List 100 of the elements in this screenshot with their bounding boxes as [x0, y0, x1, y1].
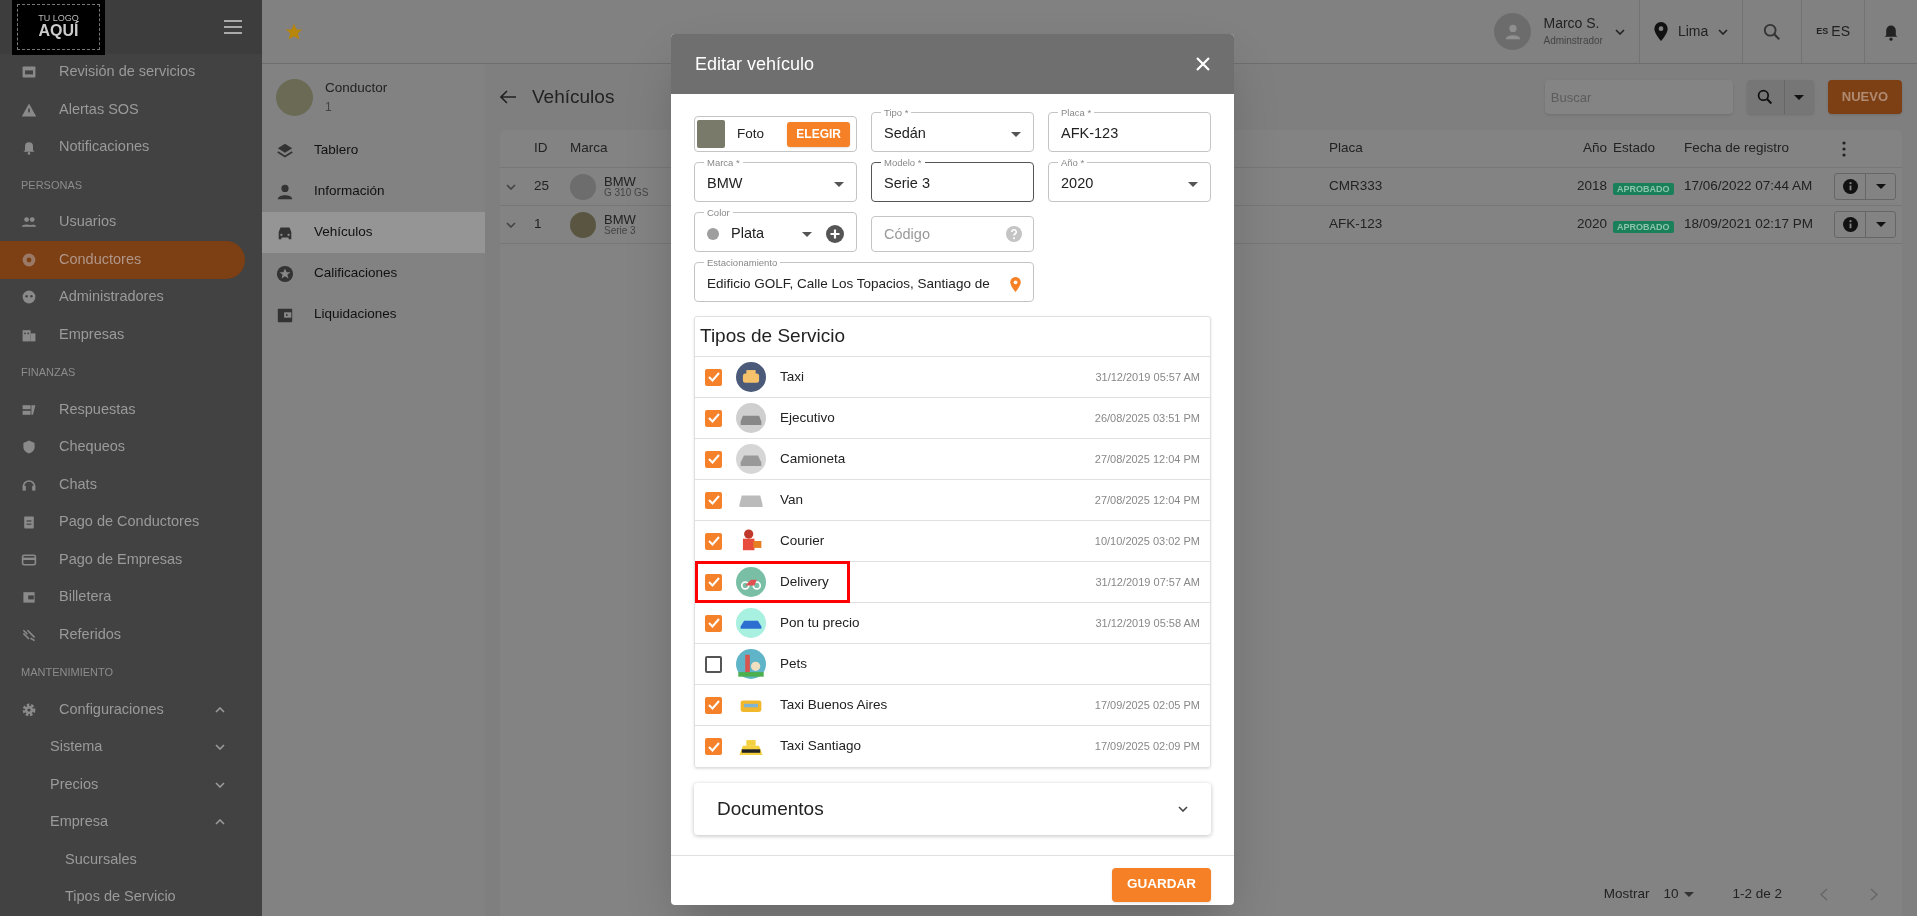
sidebar-item[interactable]: Empresa: [0, 803, 245, 841]
input-field[interactable]: Código: [871, 216, 1034, 252]
page-title: Vehículos: [532, 84, 615, 109]
column-header: Placa: [1329, 139, 1364, 158]
back-arrow-icon[interactable]: [500, 90, 516, 104]
menu-icon[interactable]: [224, 19, 242, 34]
sidebar-item[interactable]: Respuestas: [0, 391, 245, 429]
checkbox[interactable]: [705, 696, 722, 714]
sidebar-item[interactable]: Alertas SOS: [0, 91, 245, 129]
driver-title: Conductor: [325, 78, 388, 97]
expand-icon: [506, 183, 516, 190]
gear-icon: [21, 701, 37, 718]
sidebar-item[interactable]: Notificaciones: [0, 128, 245, 166]
service-name: Pets: [780, 654, 807, 673]
clipboard-icon: [21, 514, 37, 531]
documents-accordion[interactable]: Documentos: [694, 783, 1211, 835]
service-name: Taxi Buenos Aires: [780, 695, 888, 714]
shield-icon: [21, 439, 37, 456]
language-selector[interactable]: ES ES: [1802, 0, 1865, 63]
sidebar-item[interactable]: Billetera: [0, 578, 245, 616]
checkbox[interactable]: [705, 368, 722, 386]
sidebar-item[interactable]: Administradores: [0, 278, 245, 316]
sidebar-item[interactable]: Empresas: [0, 316, 245, 354]
photo-placeholder: [276, 78, 313, 116]
checkbox[interactable]: [705, 655, 722, 673]
service-name: Van: [780, 490, 804, 509]
color-select[interactable]: Color Plata: [694, 208, 857, 252]
column-header: Fecha de registro: [1684, 139, 1791, 158]
sidebar-item[interactable]: Sistema: [0, 728, 245, 766]
sidebar-item[interactable]: Tipos de Servicio: [0, 878, 245, 916]
checkbox[interactable]: [705, 409, 722, 427]
checkbox[interactable]: [705, 573, 722, 591]
table-cell-text: 25: [534, 177, 551, 196]
service-date: 27/08/2025 12:04 PM: [1094, 492, 1200, 508]
caret-icon: [1188, 181, 1198, 187]
select-field[interactable]: Tipo * Sedán: [871, 108, 1034, 152]
service-name: Ejecutivo: [780, 408, 835, 427]
checkbox[interactable]: [705, 738, 722, 755]
input-field[interactable]: Placa * AFK-123: [1048, 108, 1211, 152]
sidebar-item[interactable]: Sucursales: [0, 841, 245, 879]
save-button[interactable]: GUARDAR: [1112, 867, 1211, 902]
checkbox[interactable]: [705, 532, 722, 550]
service-date: 31/12/2019 07:57 AM: [1095, 574, 1200, 590]
sidebar-item[interactable]: Precios: [0, 766, 245, 804]
pagination-label: Mostrar: [1603, 884, 1650, 903]
service-date: 31/12/2019 05:58 AM: [1095, 615, 1200, 631]
sidebar-item[interactable]: Pago de Conductores: [0, 503, 245, 541]
photo-label: Foto: [737, 124, 765, 143]
status-badge: APROBADO: [1613, 182, 1674, 195]
table-cell-text: CMR333: [1329, 177, 1384, 196]
new-button[interactable]: NUEVO: [1827, 80, 1902, 114]
input-field[interactable]: Modelo * Serie 3: [871, 158, 1034, 202]
help-icon[interactable]: [1006, 226, 1022, 242]
more-vertical-icon[interactable]: [1842, 140, 1846, 157]
column-header: Estado: [1613, 139, 1657, 158]
choose-button[interactable]: ELEGIR: [787, 121, 850, 147]
sidebar-item[interactable]: Chequeos: [0, 428, 245, 466]
sidebar-item[interactable]: Usuarios: [0, 203, 245, 241]
service-name: Courier: [780, 531, 825, 550]
page-size-select[interactable]: 10: [1663, 883, 1695, 905]
close-icon[interactable]: [1196, 57, 1210, 71]
table-cell-text: 18/09/2021 02:17 PM: [1684, 215, 1815, 234]
input-field[interactable]: Estacionamiento Edificio GOLF, Calle Los Topacios, Santiago de: [694, 258, 1034, 302]
service-date: 17/09/2025 02:09 PM: [1094, 739, 1200, 755]
card-icon: [21, 551, 37, 568]
info-icon: [1842, 217, 1858, 232]
avatar[interactable]: [1494, 13, 1532, 50]
language-code: ES: [1831, 22, 1850, 41]
person-icon: [276, 182, 294, 201]
sidebar-item[interactable]: Referidos: [0, 616, 245, 654]
plus-circle-icon[interactable]: [826, 225, 844, 243]
service-date: 27/08/2025 12:04 PM: [1094, 451, 1200, 467]
section-title: Tipos de Servicio: [695, 317, 1210, 357]
star-circle-icon: [276, 264, 294, 283]
service-date: 17/09/2025 02:05 PM: [1094, 697, 1200, 713]
table-cell-text: 2020: [1575, 215, 1608, 234]
checkbox[interactable]: [705, 450, 722, 468]
select-field[interactable]: Marca * BMW: [694, 158, 857, 202]
pin-icon: [1653, 22, 1668, 41]
sidebar-item[interactable]: Conductores: [0, 241, 245, 279]
sidebar-item[interactable]: Configuraciones: [0, 691, 245, 729]
chevron-icon: [215, 819, 225, 826]
table-cell-text: 1: [534, 215, 543, 234]
pin-icon[interactable]: [1010, 276, 1021, 292]
chevron-right-icon[interactable]: [1870, 887, 1878, 901]
checkbox[interactable]: [705, 491, 722, 509]
flag-label: ES: [1816, 24, 1829, 38]
face-icon: [21, 289, 37, 306]
info-icon: [1842, 179, 1858, 194]
chevron-left-icon[interactable]: [1820, 887, 1828, 901]
menu-item[interactable]: Vehículos: [262, 212, 485, 253]
checkbox[interactable]: [705, 614, 722, 632]
location-selector[interactable]: Lima: [1639, 0, 1744, 63]
sidebar-item[interactable]: Pago de Empresas: [0, 541, 245, 579]
sidebar-item[interactable]: Chats: [0, 466, 245, 504]
section-label: MANTENIMIENTO: [20, 665, 115, 680]
column-header: Marca: [570, 139, 609, 158]
select-field[interactable]: Año * 2020: [1048, 158, 1211, 202]
user-name: Marco S.: [1543, 15, 1601, 33]
sidebar-item[interactable]: Revisión de servicios: [0, 53, 245, 91]
